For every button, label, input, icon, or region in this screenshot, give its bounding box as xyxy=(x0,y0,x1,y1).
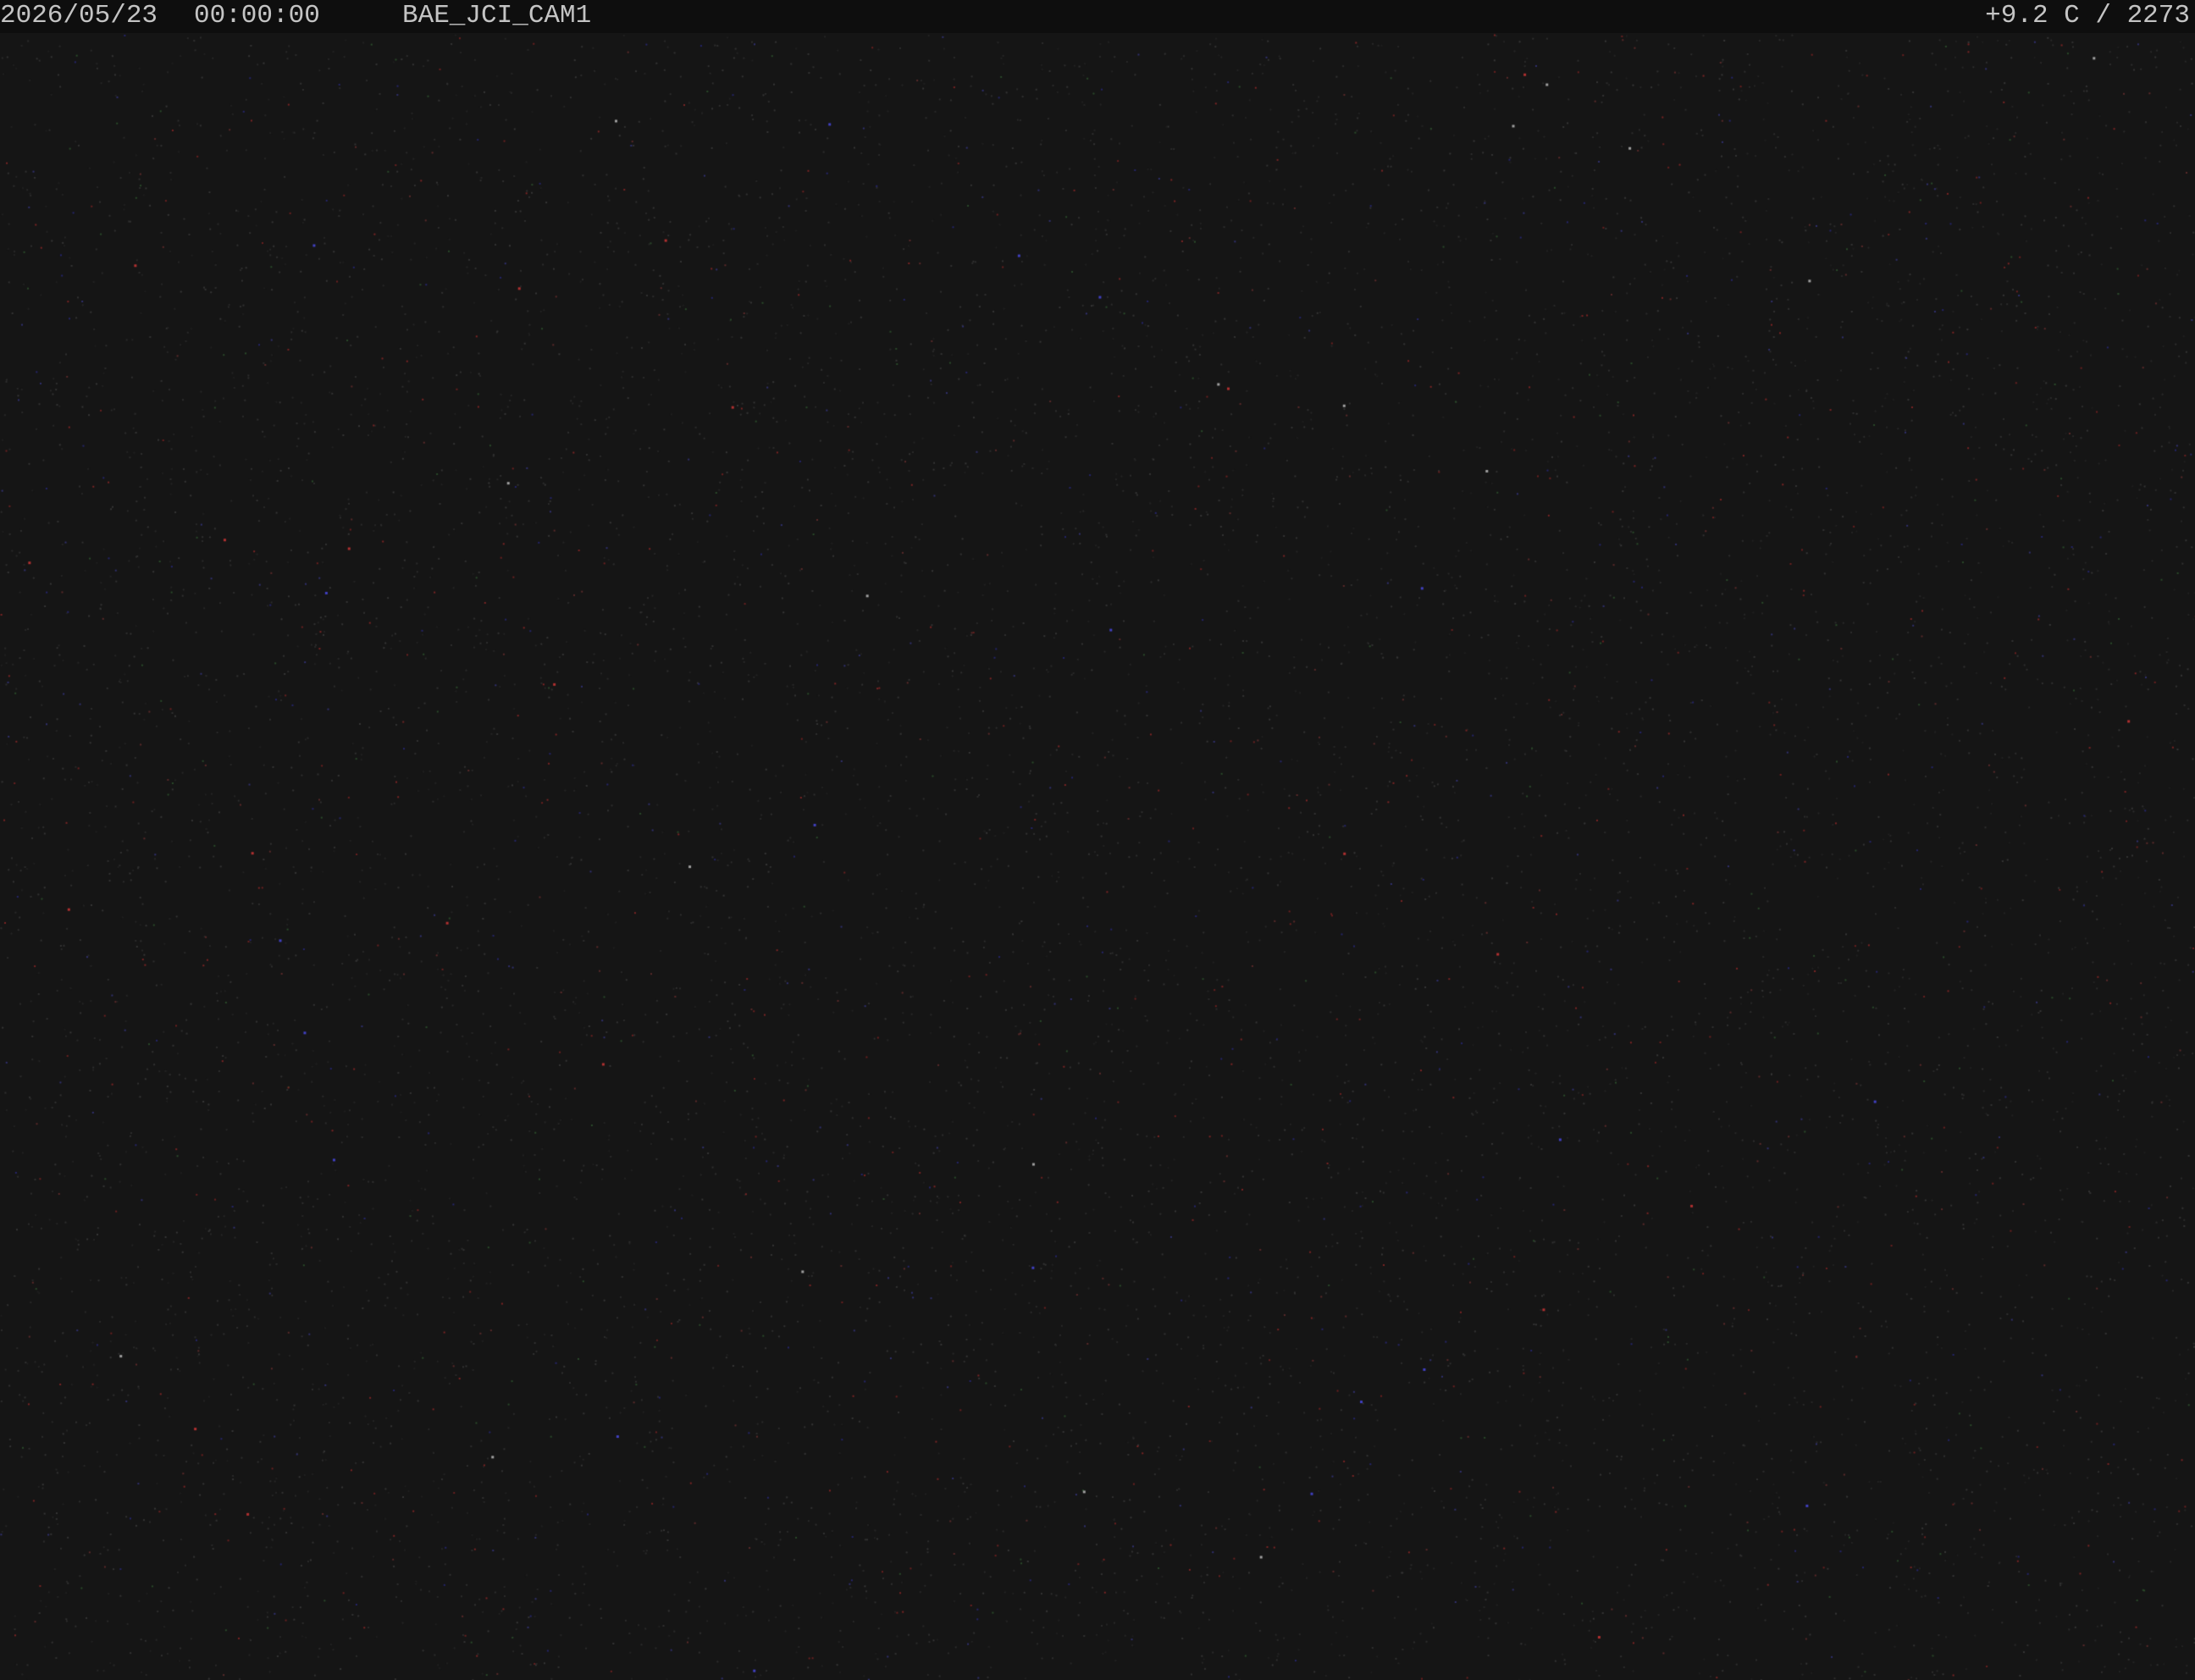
night-sky-image xyxy=(0,0,2195,1680)
camera-frame: 2026/05/23 00:00:00 BAE_JCI_CAM1 +9.2 C … xyxy=(0,0,2195,1680)
osd-camera-name: BAE_JCI_CAM1 xyxy=(402,1,592,30)
osd-overlay-bar: 2026/05/23 00:00:00 BAE_JCI_CAM1 +9.2 C … xyxy=(0,0,2195,33)
osd-temperature-reading: +9.2 C / 2273 xyxy=(1985,1,2190,30)
osd-date: 2026/05/23 xyxy=(0,1,158,30)
osd-time: 00:00:00 xyxy=(194,1,320,30)
